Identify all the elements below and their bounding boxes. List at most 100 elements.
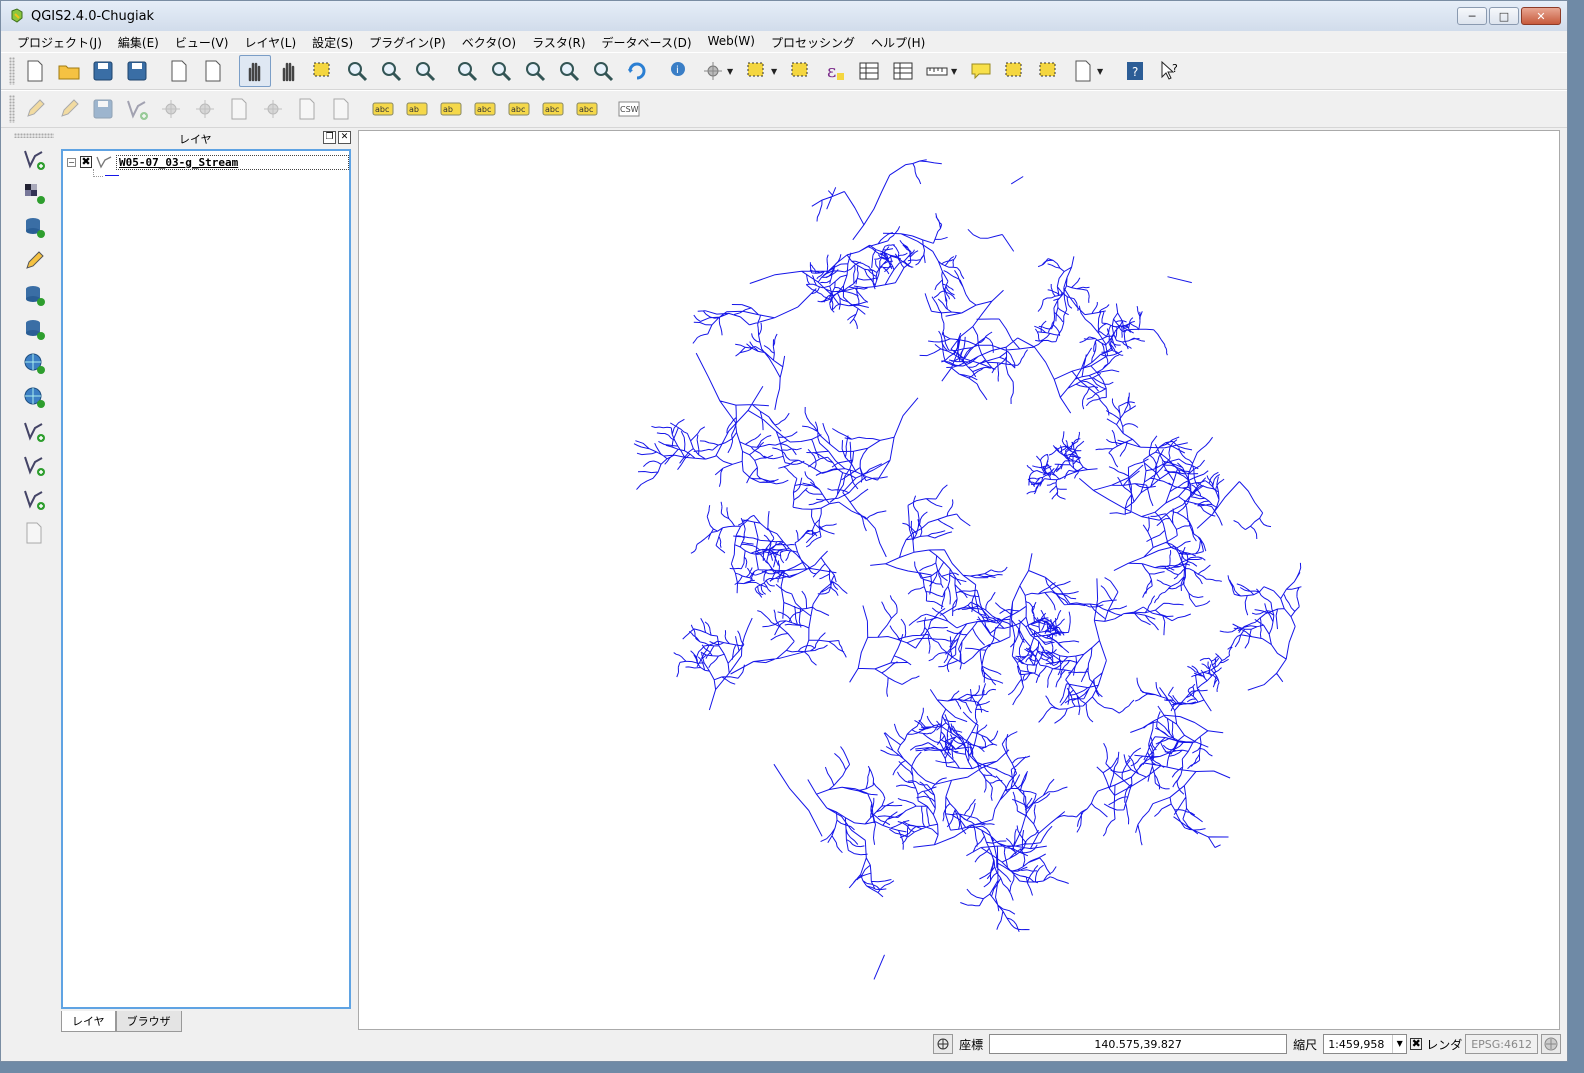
whats-this-button[interactable]: ?: [1153, 55, 1185, 87]
menu-item-8[interactable]: データベース(D): [594, 31, 700, 51]
save-as-button[interactable]: [121, 55, 153, 87]
crs-button[interactable]: EPSG:4612: [1465, 1034, 1538, 1054]
zoom-full-button[interactable]: [451, 55, 483, 87]
add-delimited-text-button[interactable]: [17, 449, 51, 481]
new-project-button[interactable]: [19, 55, 51, 87]
render-toggle[interactable]: ✖ レンダ: [1410, 1036, 1462, 1053]
touch-button[interactable]: [239, 55, 271, 87]
menu-item-3[interactable]: レイヤ(L): [236, 31, 304, 51]
menu-item-10[interactable]: プロセッシング: [763, 31, 863, 51]
zoom-next-button[interactable]: [587, 55, 619, 87]
close-icon[interactable]: ✕: [1521, 7, 1561, 25]
chevron-down-icon[interactable]: ▼: [727, 67, 737, 76]
new-shapefile-button[interactable]: [17, 483, 51, 515]
move-feature-button[interactable]: [155, 93, 187, 125]
map-tips-button[interactable]: [965, 55, 997, 87]
change-label-button[interactable]: abc: [571, 93, 603, 125]
menu-item-2[interactable]: ビュー(V): [167, 31, 237, 51]
layer-tree[interactable]: − ✖ W05-07_03-g_Stream: [61, 149, 351, 1009]
add-wfs-layer-button[interactable]: [17, 415, 51, 447]
minimize-icon[interactable]: ─: [1457, 7, 1487, 25]
refresh-button[interactable]: [621, 55, 653, 87]
save-edits-button[interactable]: [87, 93, 119, 125]
dock-splitter[interactable]: [353, 131, 357, 1031]
menu-item-11[interactable]: ヘルプ(H): [863, 31, 933, 51]
zoom-in-button[interactable]: [341, 55, 373, 87]
scale-combobox[interactable]: 1:459,958 ▼: [1323, 1034, 1408, 1054]
collapse-icon[interactable]: −: [67, 157, 76, 167]
toolbar-grip[interactable]: [9, 95, 15, 123]
add-wcs-layer-button[interactable]: [17, 381, 51, 413]
menu-item-4[interactable]: 設定(S): [304, 31, 361, 51]
layer-item[interactable]: − ✖ W05-07_03-g_Stream: [67, 154, 349, 170]
add-virtual-layer-button[interactable]: [17, 517, 51, 549]
identify-button[interactable]: i: [663, 55, 695, 87]
menu-item-1[interactable]: 編集(E): [110, 31, 167, 51]
pin-labels-button[interactable]: ab: [435, 93, 467, 125]
dock-close-icon[interactable]: ✕: [338, 131, 351, 144]
layer-name[interactable]: W05-07_03-g_Stream: [116, 154, 349, 170]
tab-layers[interactable]: レイヤ: [61, 1011, 116, 1032]
rotate-label-button[interactable]: abc: [537, 93, 569, 125]
field-calculator-button[interactable]: ε: [819, 55, 851, 87]
chevron-down-icon[interactable]: ▼: [771, 67, 781, 76]
zoom-layer-button[interactable]: [519, 55, 551, 87]
tab-browser[interactable]: ブラウザ: [115, 1011, 182, 1032]
pan-button[interactable]: [273, 55, 305, 87]
toggle-editing-button[interactable]: [19, 93, 51, 125]
toolbar-grip[interactable]: [9, 57, 15, 85]
coordinate-field[interactable]: 140.575,39.827: [989, 1034, 1288, 1054]
show-hide-labels-button[interactable]: abc: [469, 93, 501, 125]
menu-item-9[interactable]: Web(W): [700, 31, 763, 51]
add-raster-layer-button[interactable]: [17, 177, 51, 209]
deselect-button[interactable]: [785, 55, 817, 87]
add-wms-layer-button[interactable]: [17, 347, 51, 379]
new-print-composer-button[interactable]: [163, 55, 195, 87]
statistics-button[interactable]: [887, 55, 919, 87]
chevron-down-icon[interactable]: ▼: [1097, 67, 1107, 76]
mouse-coords-toggle-icon[interactable]: [933, 1034, 954, 1054]
add-vector-layer-button[interactable]: [17, 143, 51, 175]
chevron-down-icon[interactable]: ▼: [1392, 1035, 1406, 1053]
action-button[interactable]: [697, 55, 729, 87]
add-oracle-layer-button[interactable]: [17, 313, 51, 345]
csw-button[interactable]: CSW: [613, 93, 645, 125]
labeling-button[interactable]: abc: [367, 93, 399, 125]
help-button[interactable]: ?: [1119, 55, 1151, 87]
chevron-down-icon[interactable]: ▼: [951, 67, 961, 76]
zoom-actual-button[interactable]: [409, 55, 441, 87]
menu-item-5[interactable]: プラグイン(P): [361, 31, 454, 51]
select-button[interactable]: [741, 55, 773, 87]
delete-selected-button[interactable]: [223, 93, 255, 125]
zoom-last-button[interactable]: [553, 55, 585, 87]
maximize-icon[interactable]: □: [1489, 7, 1519, 25]
add-postgis-layer-button[interactable]: [17, 211, 51, 243]
new-bookmark-button[interactable]: [999, 55, 1031, 87]
menu-item-0[interactable]: プロジェクト(J): [9, 31, 110, 51]
add-spatialite-layer-button[interactable]: [17, 245, 51, 277]
layer-visibility-checkbox[interactable]: ✖: [80, 156, 92, 168]
show-bookmarks-button[interactable]: [1033, 55, 1065, 87]
menu-item-6[interactable]: ベクタ(O): [454, 31, 524, 51]
cut-features-button[interactable]: [257, 93, 289, 125]
layer-labeling-button[interactable]: ab: [401, 93, 433, 125]
map-canvas[interactable]: [358, 130, 1560, 1030]
pan-to-selection-button[interactable]: [307, 55, 339, 87]
composer-manager-button[interactable]: [197, 55, 229, 87]
add-mssql-layer-button[interactable]: [17, 279, 51, 311]
copy-features-button[interactable]: [291, 93, 323, 125]
messages-icon[interactable]: [1541, 1034, 1561, 1054]
text-annotation-button[interactable]: [1067, 55, 1099, 87]
save-project-button[interactable]: [87, 55, 119, 87]
menu-item-7[interactable]: ラスタ(R): [524, 31, 593, 51]
node-tool-button[interactable]: [189, 93, 221, 125]
zoom-selection-button[interactable]: [485, 55, 517, 87]
attribute-table-button[interactable]: [853, 55, 885, 87]
render-checkbox[interactable]: ✖: [1410, 1038, 1423, 1050]
zoom-out-button[interactable]: [375, 55, 407, 87]
measure-button[interactable]: [921, 55, 953, 87]
toolbar-grip[interactable]: [14, 133, 54, 138]
paste-features-button[interactable]: [325, 93, 357, 125]
add-feature-button[interactable]: [121, 93, 153, 125]
dock-float-icon[interactable]: ❐: [323, 131, 336, 144]
